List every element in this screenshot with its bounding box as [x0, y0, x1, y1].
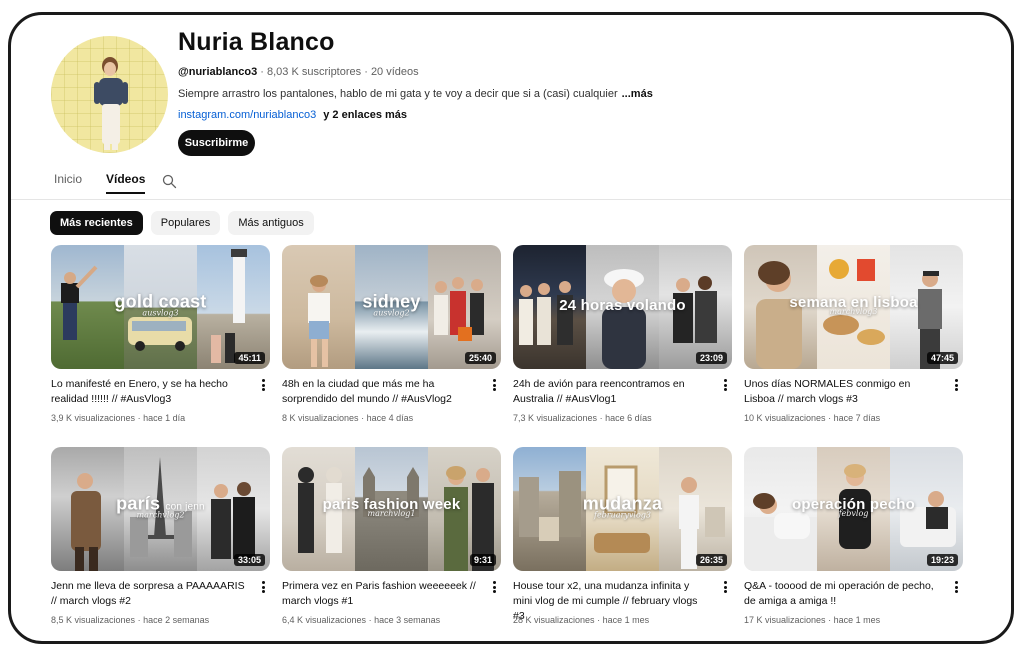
video-title[interactable]: Jenn me lleva de sorpresa a PAAAAARIS //… — [51, 579, 247, 609]
meta-separator: · — [599, 413, 603, 423]
upload-age: hace 3 semanas — [374, 615, 441, 625]
subscriber-count: 8,03 K suscriptores — [266, 66, 362, 78]
more-options-icon[interactable] — [720, 378, 730, 392]
video-meta: 6,4 K visualizaciones · hace 3 semanas — [282, 615, 440, 625]
tab-inicio[interactable]: Inicio — [54, 172, 82, 192]
video-card[interactable]: 24 horas volando 23:09 24h de avión para… — [513, 245, 732, 423]
video-duration: 47:45 — [926, 352, 958, 364]
more-options-icon[interactable] — [720, 580, 730, 594]
video-card[interactable]: gold coast ausvlog3 45:11 Lo manifesté e… — [51, 245, 270, 423]
video-meta: 28 K visualizaciones · hace 1 mes — [513, 615, 649, 625]
chip-mas-recientes[interactable]: Más recientes — [50, 211, 143, 235]
upload-age: hace 1 día — [143, 413, 186, 423]
upload-age: hace 6 días — [605, 413, 652, 423]
video-thumbnail[interactable]: paris fashion week marchvlog1 9:31 — [282, 447, 501, 571]
meta-separator: · — [828, 615, 832, 625]
video-title[interactable]: Q&A - tooood de mi operación de pecho, d… — [744, 579, 940, 609]
sort-chips: Más recientes Populares Más antiguos — [50, 211, 314, 235]
more-options-icon[interactable] — [489, 580, 499, 594]
video-card[interactable]: sidney ausvlog2 25:40 48h en la ciudad q… — [282, 245, 501, 423]
more-options-icon[interactable] — [489, 378, 499, 392]
video-duration: 19:23 — [926, 554, 958, 566]
video-card[interactable]: paris fashion week marchvlog1 9:31 Prime… — [282, 447, 501, 625]
instagram-link[interactable]: instagram.com/nuriablanco3 — [178, 109, 316, 121]
search-icon[interactable] — [162, 174, 177, 194]
video-thumbnail[interactable]: 24 horas volando 23:09 — [513, 245, 732, 369]
channel-meta: @nuriablanco3 · 8,03 K suscriptores · 20… — [178, 66, 419, 78]
video-meta: 8,5 K visualizaciones · hace 2 semanas — [51, 615, 209, 625]
tabs-divider — [11, 199, 1011, 200]
screenshot-frame: Nuria Blanco @nuriablanco3 · 8,03 K susc… — [8, 12, 1014, 644]
video-count: 20 vídeos — [370, 66, 419, 78]
tab-videos[interactable]: Vídeos — [106, 172, 146, 194]
video-duration: 25:40 — [464, 352, 496, 364]
meta-separator: · — [828, 413, 832, 423]
video-card[interactable]: operación pecho febvlog 19:23 Q&A - tooo… — [744, 447, 963, 625]
chip-populares[interactable]: Populares — [150, 211, 221, 235]
upload-age: hace 7 días — [833, 413, 881, 423]
video-card[interactable]: parís con jenn marchvlog2 33:05 Jenn me … — [51, 447, 270, 625]
view-count: 8 K visualizaciones — [282, 413, 359, 423]
video-duration: 26:35 — [695, 554, 727, 566]
view-count: 3,9 K visualizaciones — [51, 413, 136, 423]
video-duration: 33:05 — [233, 554, 265, 566]
meta-separator: · — [368, 615, 372, 625]
description-text: Siempre arrastro los pantalones, hablo d… — [178, 88, 618, 100]
view-count: 17 K visualizaciones — [744, 615, 826, 625]
video-card[interactable]: mudanza februaryvlog3 26:35 House tour x… — [513, 447, 732, 625]
upload-age: hace 1 mes — [833, 615, 881, 625]
video-title[interactable]: 48h en la ciudad que más me ha sorprendi… — [282, 377, 478, 407]
view-count: 28 K visualizaciones — [513, 615, 595, 625]
video-duration: 23:09 — [695, 352, 727, 364]
description-more-link[interactable]: ...más — [622, 88, 653, 100]
view-count: 7,3 K visualizaciones — [513, 413, 598, 423]
view-count: 10 K visualizaciones — [744, 413, 826, 423]
meta-separator: · — [597, 615, 601, 625]
view-count: 6,4 K visualizaciones — [282, 615, 367, 625]
video-meta: 7,3 K visualizaciones · hace 6 días — [513, 413, 652, 423]
more-options-icon[interactable] — [258, 580, 268, 594]
channel-avatar[interactable] — [51, 36, 168, 153]
video-meta: 3,9 K visualizaciones · hace 1 día — [51, 413, 185, 423]
channel-description[interactable]: Siempre arrastro los pantalones, hablo d… — [178, 88, 653, 100]
video-meta: 10 K visualizaciones · hace 7 días — [744, 413, 880, 423]
video-card[interactable]: semana en lisboa marchvlog3 47:45 Unos d… — [744, 245, 963, 423]
upload-age: hace 4 días — [366, 413, 414, 423]
video-thumbnail[interactable]: gold coast ausvlog3 45:11 — [51, 245, 270, 369]
more-options-icon[interactable] — [951, 378, 961, 392]
chip-mas-antiguos[interactable]: Más antiguos — [228, 211, 314, 235]
video-title[interactable]: Primera vez en Paris fashion weeeeeek //… — [282, 579, 478, 609]
video-thumbnail[interactable]: mudanza februaryvlog3 26:35 — [513, 447, 732, 571]
view-count: 8,5 K visualizaciones — [51, 615, 136, 625]
more-options-icon[interactable] — [951, 580, 961, 594]
video-duration: 45:11 — [234, 352, 265, 364]
video-title[interactable]: Lo manifesté en Enero, y se ha hecho rea… — [51, 377, 247, 407]
subscribe-button[interactable]: Suscribirme — [178, 130, 255, 156]
channel-name: Nuria Blanco — [178, 28, 335, 56]
video-title[interactable]: 24h de avión para reencontramos en Austr… — [513, 377, 709, 407]
video-duration: 9:31 — [469, 554, 496, 566]
video-thumbnail[interactable]: operación pecho febvlog 19:23 — [744, 447, 963, 571]
video-meta: 17 K visualizaciones · hace 1 mes — [744, 615, 880, 625]
meta-separator: · — [260, 66, 264, 78]
more-options-icon[interactable] — [258, 378, 268, 392]
channel-tabs: Inicio Vídeos — [54, 172, 169, 199]
channel-handle: @nuriablanco3 — [178, 66, 258, 78]
meta-separator: · — [137, 413, 141, 423]
channel-links: instagram.com/nuriablanco3 y 2 enlaces m… — [178, 109, 407, 121]
meta-separator: · — [137, 615, 141, 625]
video-thumbnail[interactable]: semana en lisboa marchvlog3 47:45 — [744, 245, 963, 369]
meta-separator: · — [361, 413, 365, 423]
avatar-person-image — [94, 57, 128, 150]
meta-separator: · — [364, 66, 368, 78]
video-meta: 8 K visualizaciones · hace 4 días — [282, 413, 413, 423]
upload-age: hace 1 mes — [602, 615, 650, 625]
video-thumbnail[interactable]: parís con jenn marchvlog2 33:05 — [51, 447, 270, 571]
video-title[interactable]: Unos días NORMALES conmigo en Lisboa // … — [744, 377, 940, 407]
more-links-link[interactable]: y 2 enlaces más — [323, 109, 407, 121]
video-thumbnail[interactable]: sidney ausvlog2 25:40 — [282, 245, 501, 369]
upload-age: hace 2 semanas — [143, 615, 210, 625]
